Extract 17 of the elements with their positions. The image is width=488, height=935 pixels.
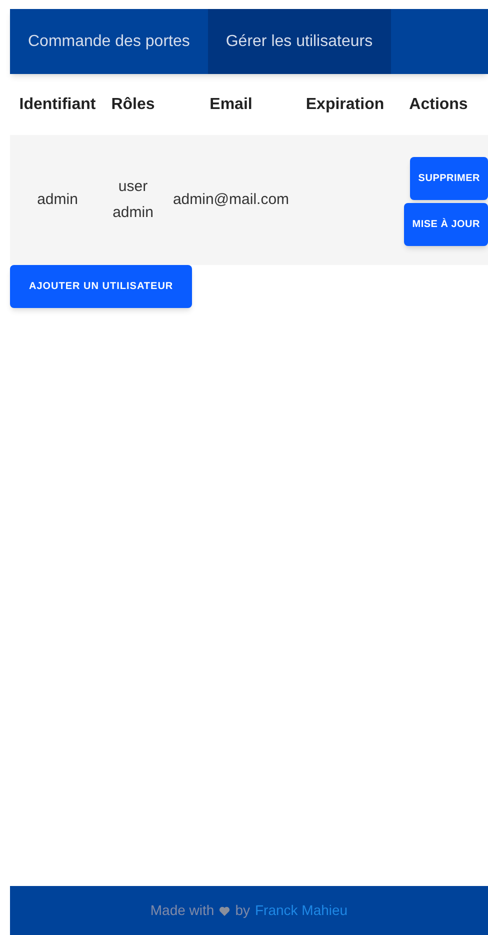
table-cell: admin xyxy=(37,190,78,208)
nav-tab[interactable]: Gérer les utilisateurs xyxy=(208,9,391,74)
add-user-button[interactable]: AJOUTER UN UTILISATEUR xyxy=(10,265,192,308)
column-header: Expiration xyxy=(306,96,384,112)
footer-text: by xyxy=(235,901,250,920)
heart-icon xyxy=(219,906,230,916)
table-cell: admin@mail.com xyxy=(172,190,290,208)
column-header: Rôles xyxy=(111,96,155,112)
column-header: Actions xyxy=(409,96,468,112)
footer-text: Made with xyxy=(150,901,214,920)
column-header: Identifiant xyxy=(19,96,96,112)
column-header: Email xyxy=(210,96,252,112)
update-button[interactable]: MISE À JOUR xyxy=(404,203,488,246)
role-label: user xyxy=(117,177,149,197)
delete-button[interactable]: SUPPRIMER xyxy=(410,157,488,200)
role-label: admin xyxy=(112,203,154,223)
nav-tab[interactable]: Commande des portes xyxy=(10,9,208,74)
